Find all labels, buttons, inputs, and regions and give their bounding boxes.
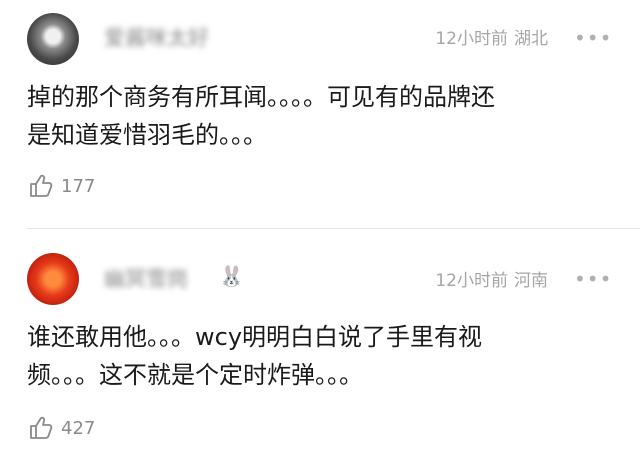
comment-location: 河南 — [514, 271, 548, 291]
more-options-icon[interactable]: ••• — [574, 268, 611, 290]
comment-time: 12小时前 — [435, 29, 508, 49]
bunny-badge-icon: 🐰 — [219, 264, 244, 288]
like-count: 177 — [61, 175, 96, 197]
username[interactable]: 幽冥雪岗 — [104, 267, 188, 291]
thumbs-up-icon — [30, 416, 53, 439]
comment-text-line: 谁还敢用他。。。wcy明明白白说了手里有视 — [27, 323, 483, 351]
divider — [27, 228, 640, 229]
comment-meta: 12小时前 河南 — [435, 270, 548, 292]
username[interactable]: 爱酱咪太好 — [104, 26, 209, 50]
comment-location: 湖北 — [514, 29, 548, 49]
comment-text-line: 是知道爱惜羽毛的。。。 — [27, 121, 267, 149]
thumbs-up-icon — [30, 174, 53, 197]
more-options-icon[interactable]: ••• — [574, 27, 611, 49]
comment-item: 爱酱咪太好 12小时前 湖北 ••• 掉的那个商务有所耳闻。。。。可见有的品牌还 … — [0, 0, 640, 229]
like-count: 427 — [61, 417, 96, 439]
comment-item: 幽冥雪岗 🐰 12小时前 河南 ••• 谁还敢用他。。。wcy明明白白说了手里有视… — [0, 232, 640, 463]
comment-text: 谁还敢用他。。。wcy明明白白说了手里有视 频。。。这不就是个定时炸弹。。。 — [27, 318, 607, 394]
comment-text: 掉的那个商务有所耳闻。。。。可见有的品牌还 是知道爱惜羽毛的。。。 — [27, 78, 607, 154]
comment-text-line: 掉的那个商务有所耳闻。。。。可见有的品牌还 — [27, 83, 495, 111]
like-button[interactable]: 427 — [27, 414, 95, 442]
like-button[interactable]: 177 — [27, 172, 95, 200]
comment-list: 爱酱咪太好 12小时前 湖北 ••• 掉的那个商务有所耳闻。。。。可见有的品牌还 … — [0, 0, 640, 463]
avatar[interactable] — [27, 13, 79, 65]
comment-time: 12小时前 — [435, 271, 508, 291]
avatar[interactable] — [27, 253, 79, 305]
comment-meta: 12小时前 湖北 — [435, 28, 548, 50]
comment-text-line: 频。。。这不就是个定时炸弹。。。 — [27, 361, 363, 389]
